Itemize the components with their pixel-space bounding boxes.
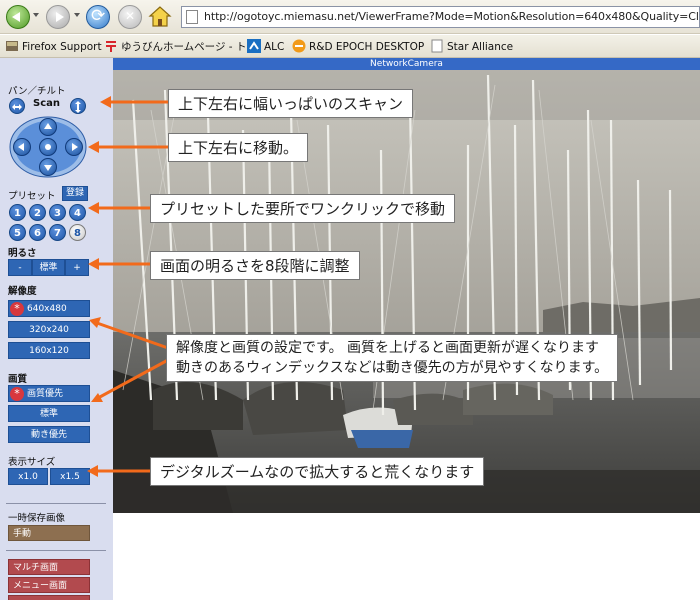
resolution-160-button[interactable]: 160x120 [8,342,90,359]
forward-arrow-icon[interactable] [46,5,70,29]
vertical-scan-icon[interactable] [70,98,86,114]
pan-right-button[interactable] [65,138,83,156]
callout-quality-line-1: 解像度と画質の設定です。 画質を上げると画面更新が遅くなります [176,340,600,356]
reload-icon[interactable] [86,5,110,29]
address-bar[interactable]: http://ogotoyc.miemasu.net/ViewerFrame?M… [181,6,700,28]
resolution-label: 解像度 [8,286,37,297]
preset-7-button[interactable]: 7 [49,224,66,241]
back-history-dropdown-icon[interactable] [33,13,39,17]
epoch-icon [292,39,306,53]
bookmark-firefox-support[interactable]: Firefox Support [5,39,102,55]
firefox-support-icon [6,41,18,51]
divider [6,550,106,551]
brightness-label: 明るさ [8,248,37,259]
callout-quality-line-2: 動きのあるウィンデックスなどは動き優先の方が見やすくなります。 [176,360,609,376]
brightness-minus-button[interactable]: - [8,259,32,276]
horizontal-scan-icon[interactable] [9,98,25,114]
arrow-down-icon [44,165,52,171]
preset-2-button[interactable]: 2 [29,204,46,221]
back-arrow-icon[interactable] [6,5,30,29]
preset-3-button[interactable]: 3 [49,204,66,221]
quality-clarity-button[interactable]: * 画質優先 [8,385,90,402]
preset-6-button[interactable]: 6 [29,224,46,241]
arrow-left-icon [18,143,24,151]
japan-post-icon [106,41,116,52]
pan-down-button[interactable] [39,158,57,176]
menu-screen-button[interactable]: メニュー画面 [8,577,90,593]
preset-1-button[interactable]: 1 [9,204,26,221]
pan-left-button[interactable] [13,138,31,156]
bookmark-star-alliance[interactable]: Star Alliance [430,39,513,55]
quality-label: 画質 [8,374,28,385]
brightness-value: 標準 [32,259,65,276]
camera-control-panel: パン／チルト Scan プリセット 登録 1 2 3 4 5 6 7 8 明るさ… [0,58,113,600]
display-size-label: 表示サイズ [8,457,56,468]
stop-icon[interactable] [118,5,142,29]
resolution-320-button[interactable]: 320x240 [8,321,90,338]
selected-star-icon: * [10,387,24,401]
register-preset-button[interactable]: 登録 [62,186,88,201]
scan-label: Scan [33,98,60,109]
bookmarks-toolbar: Firefox Support ゆうびんホームページ - ト.. ALC R&D… [0,35,700,58]
preset-5-button[interactable]: 5 [9,224,26,241]
callout-quality: 解像度と画質の設定です。 画質を上げると画面更新が遅くなります 動きのあるウィン… [166,334,619,382]
preset-label: プリセット [8,191,56,202]
alc-icon [247,39,261,53]
callout-preset: プリセットした要所でワンクリックで移動 [150,194,456,223]
callout-zoom: デジタルズームなので拡大すると荒くなります [150,457,485,486]
display-size-x1-5-button[interactable]: x1.5 [50,468,90,485]
arrow-up-icon [44,123,52,129]
manual-save-button[interactable]: 手動 [8,525,90,541]
center-dot-icon [45,144,51,150]
browser-toolbar: http://ogotoyc.miemasu.net/ViewerFrame?M… [0,0,700,34]
bookmark-alc[interactable]: ALC [247,39,284,55]
display-size-x1-button[interactable]: x1.0 [8,468,48,485]
pan-up-button[interactable] [39,118,57,136]
page-icon [431,39,443,53]
quality-motion-button[interactable]: 動き優先 [8,426,90,443]
callout-move: 上下左右に移動。 [168,133,309,162]
bookmark-rd-epoch-desktop[interactable]: R&D EPOCH DESKTOP [292,39,424,55]
panel-button[interactable] [8,595,90,600]
page-icon [186,10,198,24]
resolution-640-button[interactable]: * 640x480 [8,300,90,317]
preset-8-button[interactable]: 8 [69,224,86,241]
selected-star-icon: * [10,302,24,316]
address-text[interactable]: http://ogotoyc.miemasu.net/ViewerFrame?M… [204,10,699,23]
forward-history-dropdown-icon[interactable] [74,13,80,17]
blank-area [113,513,700,600]
divider [6,503,106,504]
home-position-button[interactable] [39,138,57,156]
brightness-plus-button[interactable]: + [65,259,89,276]
multi-screen-button[interactable]: マルチ画面 [8,559,90,575]
preset-4-button[interactable]: 4 [69,204,86,221]
temp-image-label: 一時保存画像 [8,513,66,524]
callout-scan: 上下左右に幅いっぱいのスキャン [168,89,414,118]
bookmark-japan-post[interactable]: ゆうびんホームページ - ト.. [104,39,253,55]
callout-brightness: 画面の明るさを8段階に調整 [150,251,360,280]
home-icon[interactable] [148,5,172,29]
camera-title-bar: NetworkCamera [113,58,700,70]
arrow-right-icon [72,143,78,151]
quality-standard-button[interactable]: 標準 [8,405,90,422]
pan-tilt-label: パン／チルト [8,86,66,97]
